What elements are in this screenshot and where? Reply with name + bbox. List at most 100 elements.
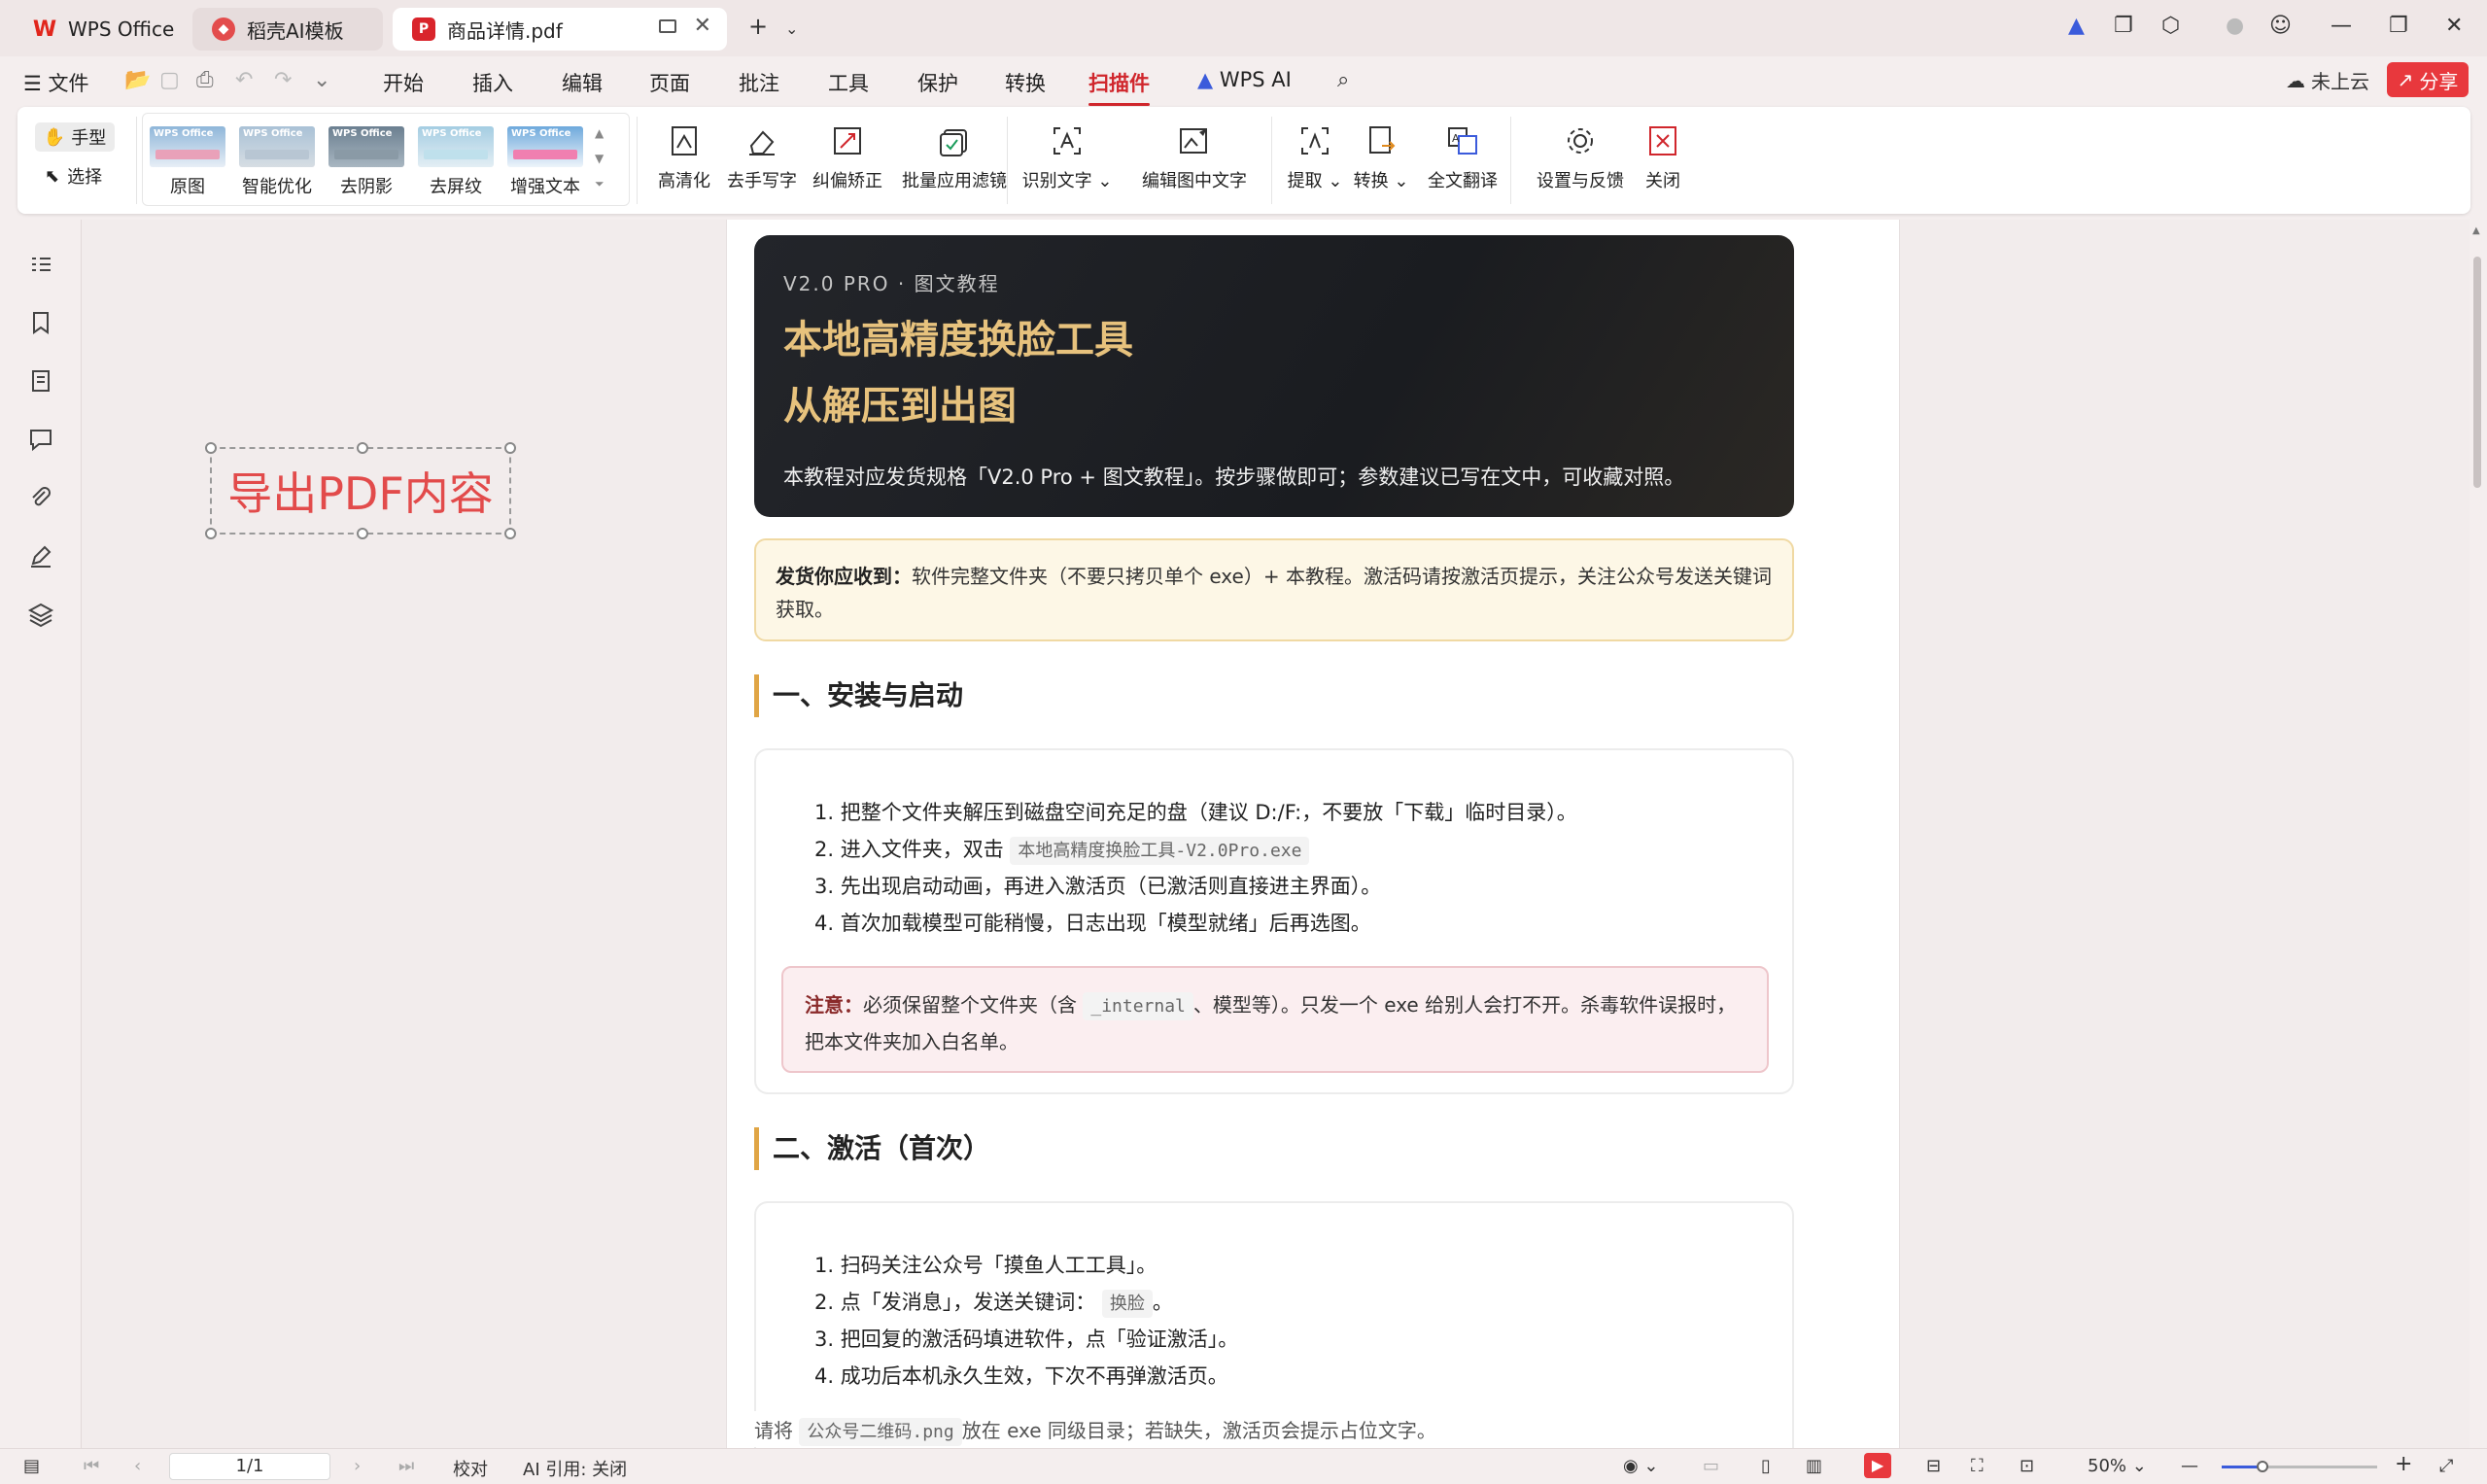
new-tab-icon[interactable]: + [748, 13, 768, 40]
resize-handle[interactable] [504, 442, 516, 454]
resize-handle[interactable] [205, 528, 217, 539]
eye-protection-icon[interactable]: ◉ ⌄ [1623, 1456, 1659, 1476]
edit-image-text-button[interactable]: 编辑图中文字 [1122, 122, 1267, 192]
scroll-up-icon[interactable]: ▲ [2472, 225, 2480, 236]
play-slideshow-icon[interactable]: ▶ [1864, 1453, 1891, 1478]
extract-button[interactable]: 提取 ⌄ [1281, 122, 1349, 192]
select-tool-button[interactable]: ⬉ 选择 [45, 163, 102, 189]
vertical-scrollbar[interactable]: ▲ [2470, 220, 2487, 1448]
prev-page-icon[interactable]: ‹ [134, 1456, 141, 1476]
filter-enhance-text[interactable]: WPS Office 增强文本 [507, 126, 583, 198]
undo-icon[interactable]: ↶ [235, 68, 253, 92]
copy-window-icon[interactable]: ❐ [2114, 14, 2133, 38]
two-page-view-icon[interactable]: ▥ [1806, 1456, 1822, 1476]
hero-subtitle: 从解压到出图 [783, 384, 1017, 429]
gallery-down-icon[interactable]: ▼ [595, 152, 604, 165]
gallery-expand-icon[interactable]: ⏷ [595, 177, 604, 191]
avatar[interactable]: ☺ [2269, 14, 2292, 38]
menu-page[interactable]: 页面 [649, 68, 690, 97]
svg-text:A: A [1452, 132, 1460, 145]
document-canvas[interactable]: 导出PDF内容 V2.0 PRO · 图文教程 本地高精度换脸工具 从解压到出图… [82, 220, 2471, 1448]
restore-icon[interactable]: ❐ [2389, 14, 2408, 38]
redo-icon[interactable]: ↷ [274, 68, 292, 92]
filter-remove-moire[interactable]: WPS Office 去屏纹 [418, 126, 494, 198]
single-page-view-icon[interactable]: ▭ [1703, 1456, 1719, 1476]
more-chevron-icon[interactable]: ⌄ [313, 68, 330, 92]
filter-original[interactable]: WPS Office 原图 [150, 126, 225, 198]
print-icon[interactable]: ⎙ [196, 68, 214, 92]
signature-icon[interactable] [27, 542, 54, 569]
tab-wps-office[interactable]: W WPS Office [14, 8, 185, 51]
file-menu[interactable]: ☰ 文件 [23, 68, 89, 97]
minimize-icon[interactable]: — [2331, 14, 2352, 38]
save-icon[interactable]: ▢ [159, 68, 180, 92]
attachment-icon[interactable] [27, 484, 54, 511]
tab-pdf-document[interactable]: P 商品详情.pdf ✕ [393, 8, 727, 51]
menu-insert[interactable]: 插入 [472, 68, 513, 97]
status-circle-icon[interactable]: ● [2226, 14, 2244, 38]
resize-handle[interactable] [357, 528, 368, 539]
tab-window-icon[interactable] [659, 19, 676, 33]
wps-ai-icon[interactable]: ▲ [2068, 14, 2085, 38]
layers-icon[interactable] [27, 601, 54, 628]
close-scan-button[interactable]: 关闭 [1629, 122, 1697, 192]
zoom-level-select[interactable]: 50% ⌄ [2088, 1456, 2147, 1476]
menu-wps-ai[interactable]: ▲ WPS AI [1197, 68, 1292, 91]
menu-scan[interactable]: 扫描件 [1088, 68, 1150, 106]
menu-start[interactable]: 开始 [383, 68, 424, 97]
open-folder-icon[interactable]: 📂 [124, 68, 151, 92]
batch-filter-button[interactable]: 批量应用滤镜 [886, 122, 1022, 192]
menu-protect[interactable]: 保护 [917, 68, 958, 97]
gallery-up-icon[interactable]: ▲ [595, 126, 604, 140]
list-item: 2. 点「发消息」，发送关键词： 换脸。 [814, 1285, 1238, 1323]
menu-edit[interactable]: 编辑 [562, 68, 603, 97]
text-annotation-box[interactable]: 导出PDF内容 [205, 442, 516, 539]
tab-daoke-ai[interactable]: ◆ 稻壳AI模板 [192, 8, 383, 51]
filter-remove-shadow[interactable]: WPS Office 去阴影 [328, 126, 404, 198]
actual-size-icon[interactable]: ⊡ [2020, 1456, 2034, 1476]
tab-list-chevron-icon[interactable]: ⌄ [785, 19, 798, 38]
fit-width-icon[interactable]: ⊟ [1926, 1456, 1941, 1476]
zoom-out-icon[interactable]: — [2181, 1456, 2198, 1476]
share-button[interactable]: ↗ 分享 [2387, 62, 2469, 97]
zoom-slider-handle[interactable] [2257, 1461, 2268, 1472]
remove-handwriting-button[interactable]: 去手写字 [713, 122, 811, 192]
close-tab-icon[interactable]: ✕ [694, 14, 711, 38]
menu-convert[interactable]: 转换 [1005, 68, 1046, 97]
filter-smart-optimize[interactable]: WPS Office 智能优化 [239, 126, 315, 198]
comment-icon[interactable] [27, 426, 54, 453]
close-window-icon[interactable]: ✕ [2445, 14, 2463, 38]
ai-reference-toggle[interactable]: AI 引用: 关闭 [523, 1456, 627, 1481]
translate-button[interactable]: A 全文翻译 [1419, 122, 1506, 192]
continuous-view-icon[interactable]: ▯ [1761, 1456, 1771, 1476]
outline-icon[interactable] [27, 251, 54, 278]
cube-icon[interactable]: ⬡ [2161, 14, 2180, 38]
resize-handle[interactable] [504, 528, 516, 539]
scrollbar-thumb[interactable] [2473, 257, 2481, 488]
notice-label: 发货你应收到： [776, 565, 912, 588]
ocr-button[interactable]: 识别文字 ⌄ [1019, 122, 1116, 192]
fullscreen-icon[interactable]: ⤢ [2439, 1456, 2453, 1476]
convert-button[interactable]: 转换 ⌄ [1347, 122, 1415, 192]
fit-page-icon[interactable]: ⛶ [1971, 1456, 1984, 1476]
next-page-icon[interactable]: › [354, 1456, 361, 1476]
bookmark-icon[interactable] [27, 309, 54, 336]
deskew-button[interactable]: 纠偏矫正 [801, 122, 894, 192]
zoom-in-icon[interactable]: + [2395, 1452, 2412, 1476]
menu-annotate[interactable]: 批注 [739, 68, 779, 97]
hand-icon: ✋ [43, 126, 66, 148]
hand-tool-button[interactable]: ✋ 手型 [35, 122, 115, 152]
thumbnail-icon[interactable] [27, 367, 54, 395]
resize-handle[interactable] [357, 442, 368, 454]
sidebar-toggle-icon[interactable]: ▤ [23, 1456, 40, 1476]
settings-feedback-button[interactable]: 设置与反馈 [1522, 122, 1639, 192]
proofread-button[interactable]: 校对 [453, 1456, 488, 1481]
last-page-icon[interactable]: ⏭ [398, 1456, 414, 1476]
search-icon[interactable]: ⌕ [1337, 68, 1349, 92]
first-page-icon[interactable]: ⏮ [84, 1456, 99, 1476]
menu-tools[interactable]: 工具 [828, 68, 869, 97]
cloud-status-button[interactable]: ☁ 未上云 [2286, 66, 2369, 94]
zoom-slider[interactable] [2222, 1461, 2377, 1472]
page-number-input[interactable]: 1/1 [169, 1453, 330, 1480]
resize-handle[interactable] [205, 442, 217, 454]
